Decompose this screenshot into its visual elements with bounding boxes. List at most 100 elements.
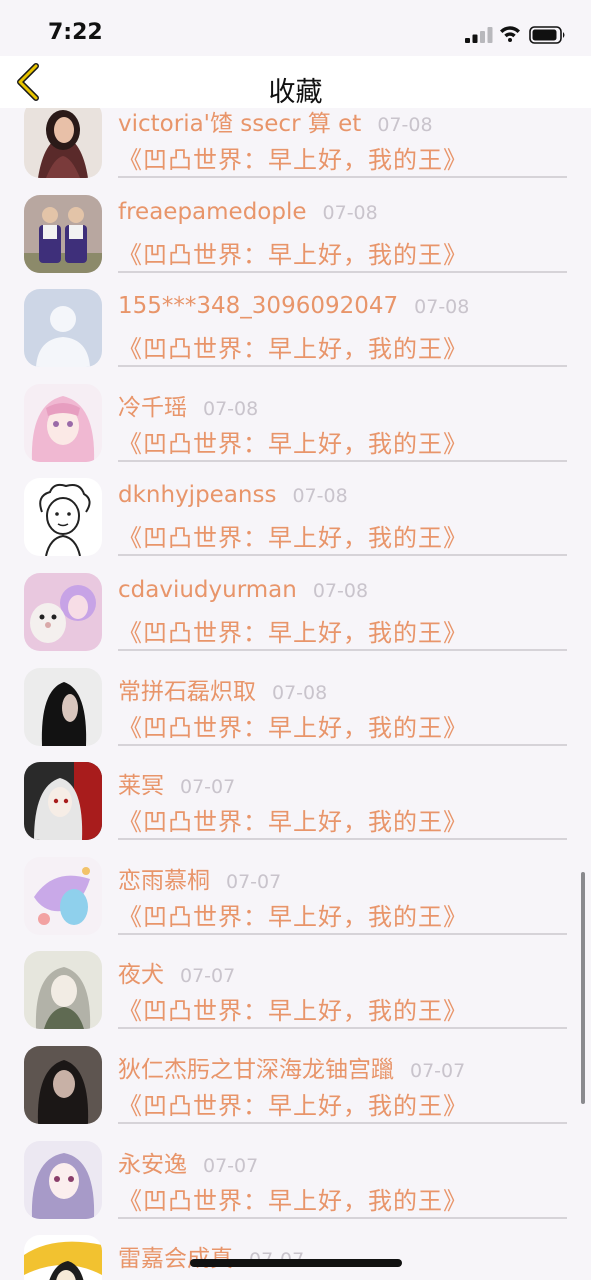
favorites-list[interactable]: victoria'馇 ssecr 算 et 07-08 《凹凸世界：早上好，我的王》… [0, 100, 591, 1280]
list-item[interactable]: freaepamedople 07-08 《凹凸世界：早上好，我的王》 [0, 194, 591, 290]
name-line: 常拼石磊炽取 07-08 [118, 672, 327, 708]
avatar-default-silhouette [24, 289, 102, 368]
avatar[interactable] [24, 667, 102, 746]
user-name[interactable]: victoria'馇 ssecr 算 et [118, 104, 361, 138]
user-name[interactable]: 雷嘉会成真 [118, 1239, 233, 1273]
user-name[interactable]: 莱冥 [118, 766, 164, 800]
book-title[interactable]: 《凹凸世界：早上好，我的王》 [118, 991, 468, 1026]
status-time: 7:22 [48, 20, 103, 45]
list-item[interactable]: 永安逸 07-07 《凹凸世界：早上好，我的王》 [0, 1140, 591, 1236]
favorite-date: 07-07 [226, 870, 282, 893]
book-title[interactable]: 《凹凸世界：早上好，我的王》 [118, 897, 468, 932]
name-line: 莱冥 07-07 [118, 766, 235, 802]
favorite-date: 07-08 [272, 681, 328, 704]
name-line: 夜犬 07-07 [118, 955, 235, 991]
avatar[interactable] [24, 1045, 102, 1124]
avatar[interactable] [24, 572, 102, 651]
book-title[interactable]: 《凹凸世界：早上好，我的王》 [118, 1181, 468, 1216]
avatar-sketch-curly [24, 478, 102, 557]
name-line: 冷千瑶 07-08 [118, 388, 258, 424]
divider [118, 648, 567, 651]
avatar-dark-hair [24, 667, 102, 746]
name-line: 雷嘉会成真07-07 [118, 1239, 304, 1275]
list-item[interactable]: 夜犬 07-07 《凹凸世界：早上好，我的王》 [0, 951, 591, 1046]
favorite-date: 07-08 [322, 201, 378, 224]
book-title[interactable]: 《凹凸世界：早上好，我的王》 [118, 708, 468, 743]
list-item[interactable]: 狄仁杰肟之甘深海龙铀宫躐 07-07 《凹凸世界：早上好，我的王》 [0, 1045, 591, 1141]
name-line: 恋雨慕桐 07-07 [118, 861, 281, 897]
name-line: 永安逸 07-07 [118, 1145, 258, 1181]
page-title: 收藏 [268, 77, 323, 108]
list-item[interactable]: 155***348_3096092047 07-08 《凹凸世界：早上好，我的王》 [0, 289, 591, 384]
avatar[interactable] [24, 1140, 102, 1219]
home-indicator[interactable] [190, 1259, 402, 1267]
book-title[interactable]: 《凹凸世界：早上好，我的王》 [118, 329, 468, 364]
avatar-couple-photo [24, 194, 102, 273]
divider [118, 1121, 567, 1124]
book-title[interactable]: 《凹凸世界：早上好，我的王》 [118, 613, 468, 648]
avatar-anime-pink-hair [24, 383, 102, 462]
avatar[interactable] [24, 951, 102, 1030]
list-item[interactable]: 冷千瑶 07-08 《凹凸世界：早上好，我的王》 [0, 383, 591, 479]
user-name[interactable]: 冷千瑶 [118, 388, 187, 422]
divider [118, 743, 567, 746]
list-item[interactable]: cdaviudyurman 07-08 《凹凸世界：早上好，我的王》 [0, 572, 591, 668]
avatar[interactable] [24, 289, 102, 368]
avatar[interactable] [24, 194, 102, 273]
cellular-signal-icon [465, 27, 493, 43]
user-name[interactable]: dknhyjpeanss [118, 482, 276, 508]
avatar-anime-lavender [24, 1140, 102, 1219]
book-title[interactable]: 《凹凸世界：早上好，我的王》 [118, 1275, 468, 1280]
book-title[interactable]: 《凹凸世界：早上好，我的王》 [118, 235, 468, 270]
avatar-anime-grey [24, 951, 102, 1030]
book-title[interactable]: 《凹凸世界：早上好，我的王》 [118, 140, 468, 175]
wifi-icon [500, 26, 520, 42]
divider [118, 932, 567, 935]
list-item[interactable]: 莱冥 07-07 《凹凸世界：早上好，我的王》 [0, 762, 591, 857]
book-title[interactable]: 《凹凸世界：早上好，我的王》 [118, 518, 468, 553]
favorite-date: 07-08 [203, 397, 259, 420]
favorite-date: 07-08 [414, 296, 470, 319]
name-line: dknhyjpeanss 07-08 [118, 482, 348, 518]
avatar[interactable] [24, 100, 102, 178]
user-name[interactable]: 夜犬 [118, 955, 164, 989]
favorite-date: 07-08 [377, 114, 433, 136]
list-item[interactable]: victoria'馇 ssecr 算 et 07-08 《凹凸世界：早上好，我的王》 [0, 100, 591, 195]
book-title[interactable]: 《凹凸世界：早上好，我的王》 [118, 802, 468, 837]
avatar[interactable] [24, 856, 102, 935]
avatar-dark-girl [24, 1045, 102, 1124]
list-item[interactable]: 常拼石磊炽取 07-08 《凹凸世界：早上好，我的王》 [0, 667, 591, 763]
book-title[interactable]: 《凹凸世界：早上好，我的王》 [118, 1086, 468, 1121]
book-title[interactable]: 《凹凸世界：早上好，我的王》 [118, 424, 468, 459]
avatar-anime-blue [24, 856, 102, 935]
favorites-screen: victoria'馇 ssecr 算 et 07-08 《凹凸世界：早上好，我的王》… [0, 0, 591, 1280]
user-name[interactable]: 狄仁杰肟之甘深海龙铀宫躐 [118, 1050, 394, 1084]
divider [118, 365, 567, 368]
user-name[interactable]: freaepamedople [118, 199, 307, 225]
avatar[interactable] [24, 1235, 102, 1280]
divider [118, 270, 567, 273]
favorite-date: 07-07 [410, 1059, 466, 1082]
avatar[interactable] [24, 383, 102, 462]
scrollbar[interactable] [581, 872, 585, 1104]
list-item[interactable]: 恋雨慕桐 07-07 《凹凸世界：早上好，我的王》 [0, 856, 591, 952]
favorite-date: 07-07 [180, 776, 236, 799]
name-line: 狄仁杰肟之甘深海龙铀宫躐 07-07 [118, 1050, 465, 1086]
list-item[interactable]: dknhyjpeanss 07-08 《凹凸世界：早上好，我的王》 [0, 478, 591, 573]
user-name[interactable]: 常拼石磊炽取 [118, 672, 256, 706]
user-name[interactable]: 155***348_3096092047 [118, 293, 398, 319]
favorite-date: 07-08 [292, 485, 348, 508]
divider [118, 459, 567, 462]
user-name[interactable]: 恋雨慕桐 [118, 861, 210, 895]
divider [118, 554, 567, 557]
avatar[interactable] [24, 478, 102, 557]
user-name[interactable]: cdaviudyurman [118, 577, 297, 603]
name-line: 155***348_3096092047 07-08 [118, 293, 469, 329]
divider [118, 838, 567, 841]
list-item[interactable]: 雷嘉会成真07-07《凹凸世界：早上好，我的王》 [0, 1235, 591, 1280]
favorite-date: 07-07 [203, 1154, 259, 1177]
status-bar: 7:22 [0, 0, 591, 56]
divider [118, 1216, 567, 1219]
avatar[interactable] [24, 762, 102, 841]
user-name[interactable]: 永安逸 [118, 1145, 187, 1179]
